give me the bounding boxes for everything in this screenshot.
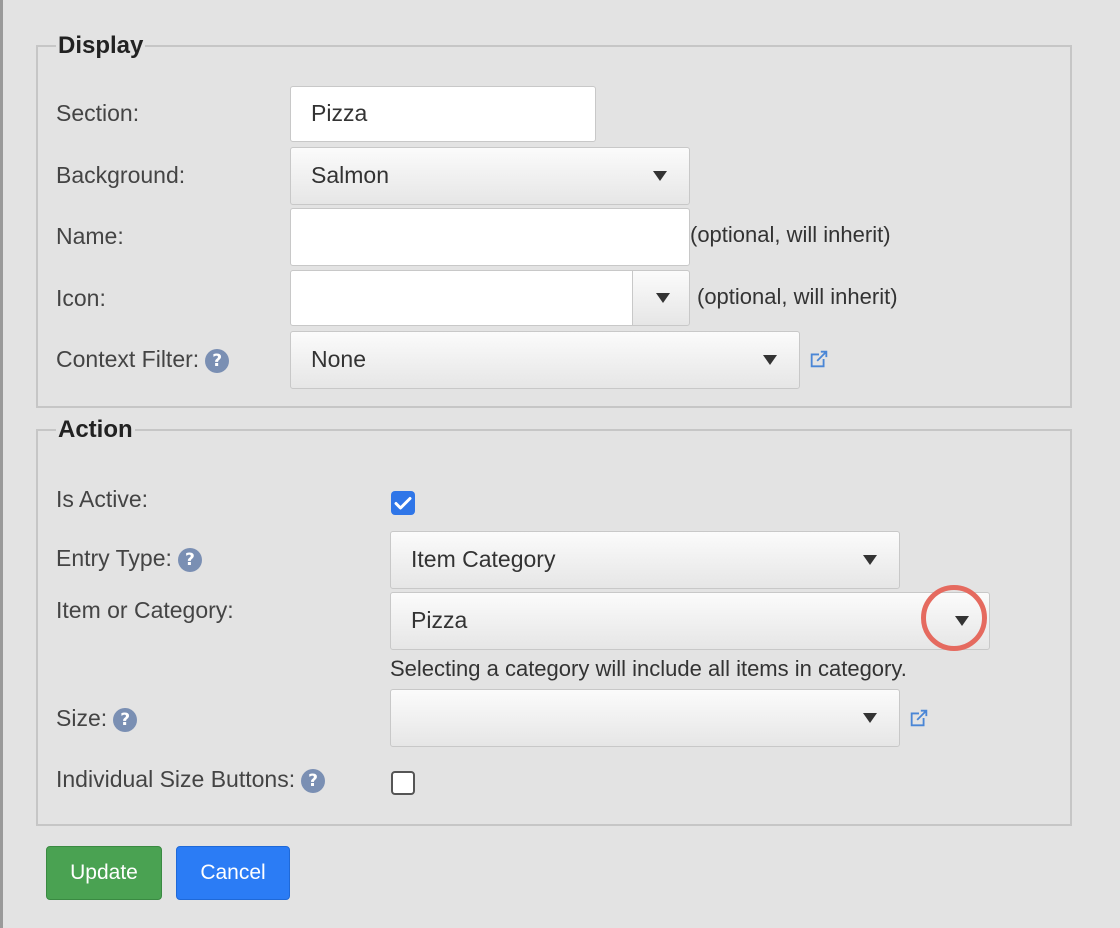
action-legend: Action <box>58 416 133 443</box>
background-label: Background: <box>56 162 186 188</box>
name-input[interactable] <box>290 208 690 266</box>
item-or-category-select[interactable]: Pizza <box>390 592 990 650</box>
external-link-icon[interactable] <box>908 707 930 729</box>
highlight-circle <box>921 585 987 651</box>
section-label: Section: <box>56 100 140 126</box>
entry-type-label: Entry Type:? <box>56 545 202 572</box>
item-or-category-hint: Selecting a category will include all it… <box>390 656 907 681</box>
section-input[interactable]: Pizza <box>290 86 596 142</box>
size-label-text: Size: <box>56 705 108 731</box>
individual-size-buttons-label-text: Individual Size Buttons: <box>56 766 296 792</box>
context-filter-label-text: Context Filter: <box>56 346 200 372</box>
window-left-edge <box>0 0 3 928</box>
context-filter-label: Context Filter:? <box>56 346 230 373</box>
update-button[interactable]: Update <box>46 846 162 900</box>
question-circle-icon[interactable]: ? <box>113 707 138 732</box>
icon-label: Icon: <box>56 285 106 311</box>
checkmark-icon <box>394 497 412 510</box>
context-filter-select[interactable]: None <box>290 331 800 389</box>
external-link-icon[interactable] <box>808 348 830 370</box>
icon-optional-note: (optional, will inherit) <box>697 284 898 309</box>
chevron-down-icon <box>863 713 877 723</box>
is-active-label: Is Active: <box>56 486 149 512</box>
chevron-down-icon <box>653 171 667 181</box>
question-circle-icon[interactable]: ? <box>205 348 230 373</box>
chevron-down-icon <box>763 355 777 365</box>
item-or-category-label: Item or Category: <box>56 597 234 623</box>
name-optional-note: (optional, will inherit) <box>690 222 891 247</box>
icon-combo-input[interactable] <box>290 270 634 326</box>
cancel-button[interactable]: Cancel <box>176 846 290 900</box>
name-label: Name: <box>56 223 124 249</box>
background-select[interactable]: Salmon <box>290 147 690 205</box>
context-filter-select-value: None <box>311 346 366 372</box>
question-circle-icon[interactable]: ? <box>301 768 326 793</box>
question-circle-icon[interactable]: ? <box>177 547 202 572</box>
chevron-down-icon <box>863 555 877 565</box>
entry-type-label-text: Entry Type: <box>56 545 172 571</box>
item-or-category-select-value: Pizza <box>411 607 468 633</box>
display-legend: Display <box>58 32 144 59</box>
chevron-down-icon <box>656 293 670 303</box>
entry-type-select-value: Item Category <box>411 546 556 572</box>
individual-size-buttons-label: Individual Size Buttons:? <box>56 766 326 793</box>
individual-size-buttons-checkbox[interactable] <box>391 771 415 795</box>
icon-dropdown-button[interactable] <box>632 270 690 326</box>
entry-type-select[interactable]: Item Category <box>390 531 900 589</box>
is-active-checkbox[interactable] <box>391 491 415 515</box>
size-label: Size:? <box>56 705 138 732</box>
background-select-value: Salmon <box>311 162 389 188</box>
size-select[interactable] <box>390 689 900 747</box>
